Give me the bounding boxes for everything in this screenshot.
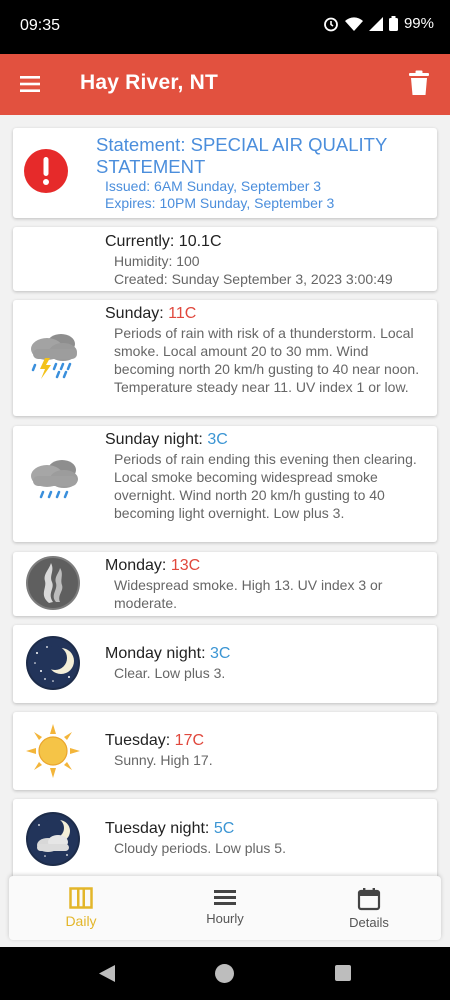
- nav-hourly-label: Hourly: [206, 911, 244, 926]
- forecast-card[interactable]: Tuesday: 17C Sunny. High 17.: [13, 712, 437, 790]
- forecast-description: Clear. Low plus 3.: [114, 665, 226, 681]
- page-title: Hay River, NT: [80, 71, 218, 94]
- status-icons: 99%: [323, 15, 434, 32]
- forecast-card[interactable]: Tuesday night: 5C Cloudy periods. Low pl…: [13, 799, 437, 879]
- nav-daily[interactable]: Daily: [9, 876, 153, 940]
- alert-expires: Expires: 10PM Sunday, September 3: [105, 195, 335, 211]
- forecast-period: Tuesday: 17C: [105, 731, 423, 751]
- smoke-icon: [25, 555, 81, 611]
- bottom-navigation: Daily Hourly Details: [9, 876, 441, 940]
- cloudy-night-icon: [25, 811, 81, 867]
- alert-title[interactable]: Statement: SPECIAL AIR QUALITY STATEMENT: [96, 134, 417, 178]
- clear-night-moon-icon: [25, 635, 81, 691]
- forecast-description: Periods of rain ending this evening then…: [114, 451, 417, 521]
- forecast-period: Sunday: 11C: [105, 304, 423, 324]
- battery-percent: 99%: [403, 15, 434, 32]
- forecast-period: Sunday night: 3C: [105, 430, 423, 450]
- recents-icon[interactable]: [335, 965, 351, 981]
- forecast-description: Widespread smoke. High 13. UV index 3 or…: [114, 577, 383, 611]
- status-bar: 09:35 99%: [0, 0, 450, 54]
- nav-details-label: Details: [349, 915, 389, 930]
- wifi-icon: [344, 16, 363, 31]
- forecast-list[interactable]: Statement: SPECIAL AIR QUALITY STATEMENT…: [0, 115, 450, 945]
- sun-icon: [25, 723, 81, 779]
- forecast-period: Tuesday night: 5C: [105, 819, 423, 839]
- home-icon[interactable]: [215, 964, 234, 983]
- nav-daily-label: Daily: [65, 913, 97, 929]
- forecast-period: Monday night: 3C: [105, 644, 423, 664]
- signal-icon: [368, 16, 383, 31]
- forecast-temp: 13C: [170, 557, 201, 574]
- forecast-description: Cloudy periods. Low plus 5.: [114, 840, 286, 856]
- alert-issued: Issued: 6AM Sunday, September 3: [105, 178, 322, 194]
- forecast-period-label: Tuesday:: [105, 732, 171, 749]
- forecast-period-label: Monday:: [105, 557, 167, 574]
- forecast-period-label: Sunday:: [105, 305, 164, 322]
- forecast-period-label: Monday night:: [105, 645, 206, 662]
- forecast-card[interactable]: Monday: 13C Widespread smoke. High 13. U…: [13, 552, 437, 616]
- forecast-temp: 3C: [209, 645, 231, 662]
- forecast-description: Periods of rain with risk of a thunderst…: [114, 325, 420, 395]
- back-icon[interactable]: [98, 964, 116, 988]
- rain-cloud-icon: [25, 453, 83, 511]
- forecast-temp: 11C: [168, 305, 197, 322]
- battery-icon: [388, 16, 398, 31]
- rain-thunderstorm-icon: [25, 327, 83, 385]
- status-time: 09:35: [20, 17, 61, 34]
- forecast-temp: 5C: [213, 820, 235, 837]
- forecast-card[interactable]: Monday night: 3C Clear. Low plus 3.: [13, 625, 437, 703]
- current-humidity: Humidity: 100: [114, 253, 200, 269]
- current-conditions-card: Currently: 10.1C Humidity: 100 Created: …: [13, 227, 437, 291]
- alert-icon: [23, 148, 69, 194]
- forecast-period-label: Sunday night:: [105, 431, 203, 448]
- forecast-temp: 17C: [174, 732, 205, 749]
- forecast-description: Sunny. High 17.: [114, 752, 213, 768]
- forecast-card[interactable]: Sunday night: 3C Periods of rain ending …: [13, 426, 437, 542]
- delete-icon[interactable]: [408, 70, 434, 98]
- nav-hourly[interactable]: Hourly: [153, 876, 297, 940]
- calendar-columns-icon: [69, 887, 93, 909]
- calendar-icon: [357, 887, 381, 911]
- forecast-period-label: Tuesday night:: [105, 820, 210, 837]
- menu-icon[interactable]: [18, 72, 44, 98]
- forecast-period: Monday: 13C: [105, 556, 423, 576]
- forecast-temp: 3C: [207, 431, 228, 448]
- list-icon: [213, 887, 237, 907]
- current-temperature: Currently: 10.1C: [105, 233, 222, 250]
- forecast-card[interactable]: Sunday: 11C Periods of rain with risk of…: [13, 300, 437, 416]
- system-navigation-bar: [0, 947, 450, 1000]
- current-created: Created: Sunday September 3, 2023 3:00:4…: [114, 271, 393, 287]
- app-bar: Hay River, NT: [0, 54, 450, 115]
- nav-details[interactable]: Details: [297, 876, 441, 940]
- alert-card[interactable]: Statement: SPECIAL AIR QUALITY STATEMENT…: [13, 128, 437, 218]
- alarm-icon: [323, 16, 339, 32]
